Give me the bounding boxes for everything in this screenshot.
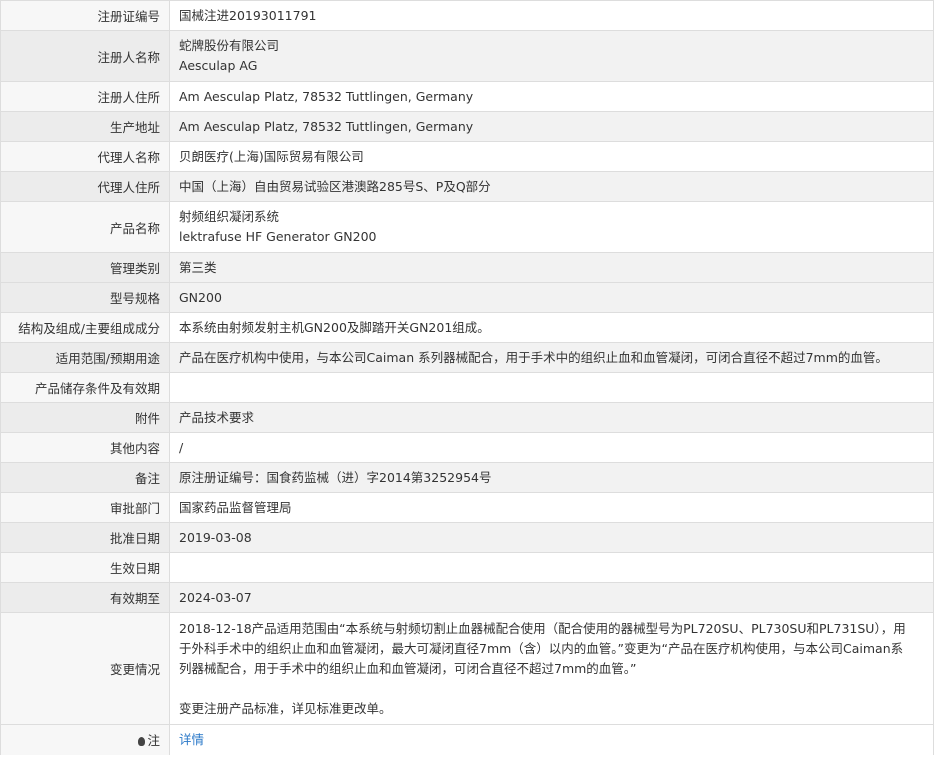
registration-table: 注册证编号 国械注进20193011791 注册人名称 蛇牌股份有限公司 Aes… — [0, 0, 934, 755]
details-link[interactable]: 详情 — [179, 732, 204, 747]
change-text-line: 变更注册产品标准，详见标准更改单。 — [179, 700, 392, 716]
agent-name: 贝朗医疗(上海)国际贸易有限公司 — [169, 141, 934, 172]
row-label: 管理类别 — [0, 252, 170, 283]
table-row: 结构及组成/主要组成成分 本系统由射频发射主机GN200及脚踏开关GN201组成… — [0, 312, 934, 343]
agent-address: 中国（上海）自由贸易试验区港澳路285号S、P及Q部分 — [169, 171, 934, 202]
row-label: 注 — [147, 733, 160, 749]
change-text-line: 列器械配合，用于手术中的组织止血和血管凝闭，可闭合直径不超过7mm的血管。” — [179, 660, 637, 676]
management-category: 第三类 — [169, 252, 934, 283]
row-label: 适用范围/预期用途 — [0, 342, 170, 373]
table-row: 注册人名称 蛇牌股份有限公司 Aesculap AG — [0, 30, 934, 82]
details-cell: 详情 — [169, 724, 934, 755]
valid-until: 2024-03-07 — [169, 582, 934, 613]
production-address: Am Aesculap Platz, 78532 Tuttlingen, Ger… — [169, 111, 934, 142]
row-label: 产品储存条件及有效期 — [0, 372, 170, 403]
approval-department: 国家药品监督管理局 — [169, 492, 934, 523]
intended-use: 产品在医疗机构中使用，与本公司Caiman 系列器械配合，用于手术中的组织止血和… — [169, 342, 934, 373]
table-row: 生效日期 — [0, 552, 934, 583]
table-row: 备注 原注册证编号：国食药监械（进）字2014第3252954号 — [0, 462, 934, 493]
other-content: / — [169, 432, 934, 463]
registrant-address: Am Aesculap Platz, 78532 Tuttlingen, Ger… — [169, 81, 934, 112]
table-row: 附件 产品技术要求 — [0, 402, 934, 433]
approval-date: 2019-03-08 — [169, 522, 934, 553]
table-row: 有效期至 2024-03-07 — [0, 582, 934, 613]
table-row: 注册证编号 国械注进20193011791 — [0, 0, 934, 31]
table-row: 代理人名称 贝朗医疗(上海)国际贸易有限公司 — [0, 141, 934, 172]
model-spec: GN200 — [169, 282, 934, 313]
remarks: 原注册证编号：国食药监械（进）字2014第3252954号 — [169, 462, 934, 493]
table-row: 注 详情 — [0, 724, 934, 755]
row-label: 其他内容 — [0, 432, 170, 463]
registrant-name: 蛇牌股份有限公司 Aesculap AG — [169, 30, 934, 82]
row-label: 注册证编号 — [0, 0, 170, 31]
table-row: 注册人住所 Am Aesculap Platz, 78532 Tuttlinge… — [0, 81, 934, 112]
table-row: 适用范围/预期用途 产品在医疗机构中使用，与本公司Caiman 系列器械配合，用… — [0, 342, 934, 373]
row-label: 生效日期 — [0, 552, 170, 583]
table-row: 生产地址 Am Aesculap Platz, 78532 Tuttlingen… — [0, 111, 934, 142]
note-label-cell: 注 — [0, 724, 170, 755]
change-history: 2018-12-18产品适用范围由“本系统与射频切割止血器械配合使用（配合使用的… — [169, 612, 934, 725]
product-name-en: lektrafuse HF Generator GN200 — [179, 229, 377, 244]
row-label: 批准日期 — [0, 522, 170, 553]
registration-number: 国械注进20193011791 — [169, 0, 934, 31]
registrant-name-en: Aesculap AG — [179, 58, 258, 73]
row-label: 注册人名称 — [0, 30, 170, 82]
table-row: 审批部门 国家药品监督管理局 — [0, 492, 934, 523]
table-row: 型号规格 GN200 — [0, 282, 934, 313]
change-text-line: 于外科手术中的组织止血和血管凝闭，最大可凝闭直径7mm（含）以内的血管。”变更为… — [179, 640, 904, 656]
row-label: 注册人住所 — [0, 81, 170, 112]
row-label: 变更情况 — [0, 612, 170, 725]
table-row: 产品名称 射频组织凝闭系统 lektrafuse HF Generator GN… — [0, 201, 934, 253]
table-row: 产品储存条件及有效期 — [0, 372, 934, 403]
effective-date — [169, 552, 934, 583]
row-label: 备注 — [0, 462, 170, 493]
table-row: 管理类别 第三类 — [0, 252, 934, 283]
change-text-line: 2018-12-18产品适用范围由“本系统与射频切割止血器械配合使用（配合使用的… — [179, 620, 906, 636]
storage-conditions — [169, 372, 934, 403]
row-label: 审批部门 — [0, 492, 170, 523]
row-label: 附件 — [0, 402, 170, 433]
table-row: 其他内容 / — [0, 432, 934, 463]
table-row: 代理人住所 中国（上海）自由贸易试验区港澳路285号S、P及Q部分 — [0, 171, 934, 202]
row-label: 生产地址 — [0, 111, 170, 142]
row-label: 型号规格 — [0, 282, 170, 313]
product-name-cn: 射频组织凝闭系统 — [179, 209, 280, 224]
structure-composition: 本系统由射频发射主机GN200及脚踏开关GN201组成。 — [169, 312, 934, 343]
registrant-name-cn: 蛇牌股份有限公司 — [179, 38, 280, 53]
row-label: 代理人住所 — [0, 171, 170, 202]
lightbulb-icon — [138, 737, 146, 747]
row-label: 产品名称 — [0, 201, 170, 253]
attachment: 产品技术要求 — [169, 402, 934, 433]
row-label: 有效期至 — [0, 582, 170, 613]
row-label: 代理人名称 — [0, 141, 170, 172]
table-row: 变更情况 2018-12-18产品适用范围由“本系统与射频切割止血器械配合使用（… — [0, 612, 934, 725]
product-name: 射频组织凝闭系统 lektrafuse HF Generator GN200 — [169, 201, 934, 253]
table-row: 批准日期 2019-03-08 — [0, 522, 934, 553]
row-label: 结构及组成/主要组成成分 — [0, 312, 170, 343]
